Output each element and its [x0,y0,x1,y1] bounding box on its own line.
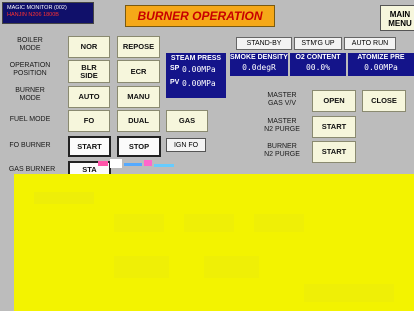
master-n2-purge-label-line2: N2 PURGE [264,126,300,133]
overlay-band-7 [304,284,394,302]
master-gas-valve-label-line1: MASTER [267,92,297,99]
burner-mode-label-line1: BURNER [15,87,45,94]
main-menu-button[interactable]: MAIN MENU [380,5,414,31]
master-gas-open-button[interactable]: OPEN [312,90,356,112]
pv-label: PV [170,79,180,86]
fuel-mode-fo-button[interactable]: FO [68,110,110,132]
master-gas-close-button[interactable]: CLOSE [362,90,406,112]
ign-fo-indicator: IGN FO [166,138,206,152]
gas-burner-label: GAS BURNER [8,166,56,173]
monitor-id-line2: HANJIN N206 1800B [7,12,59,18]
operation-position-label-line1: OPERATION [9,62,51,69]
overlay-band-1 [34,192,94,204]
burner-mode-label: BURNER MODE [0,87,60,103]
sp-label: SP [170,65,180,72]
burner-n2-purge-label-line1: BURNER [267,143,297,150]
smoke-density-title: SMOKE DENSITY [230,54,288,61]
operation-position-ecr-button[interactable]: ECR [117,60,160,83]
artifact-pink-1 [98,161,108,166]
operation-position-label: OPERATION POSITION [0,62,60,78]
o2-content-value: 00.0% [305,63,331,72]
master-gas-valve-label: MASTER GAS V/V [258,92,306,108]
boiler-mode-nor-button[interactable]: NOR [68,36,110,58]
operation-position-label-line2: POSITION [13,70,47,77]
boiler-mode-label-line2: MODE [19,45,41,52]
fo-burner-stop-button[interactable]: STOP [117,136,161,157]
burner-n2-purge-start-button[interactable]: START [312,141,356,163]
artifact-blue [124,163,142,166]
yellow-overlay [14,174,414,311]
master-n2-purge-start-button[interactable]: START [312,116,356,138]
fuel-mode-gas-button[interactable]: GAS [166,110,208,132]
fuel-mode-label: FUEL MODE [9,116,51,123]
steaming-up-mode: STM'G UP [294,37,342,50]
sp-row: SP 0.00MPa [166,65,226,74]
burner-mode-label-line2: MODE [19,95,41,102]
smoke-density-value: 0.0degR [242,63,276,72]
atomize-press-panel: ATOMIZE PRE 0.00MPa [348,53,414,76]
o2-content-title: O2 CONTENT [295,54,341,61]
burner-mode-manu-button[interactable]: MANU [117,86,160,108]
overlay-band-4 [254,214,304,232]
burner-n2-purge-label-line2: N2 PURGE [264,151,300,158]
main-menu-label-line1: MAIN [389,10,411,19]
monitor-id-line1: MAGIC MONITOR (002) [7,5,67,11]
boiler-mode-label-line1: BOILER [17,37,43,44]
atomize-press-title: ATOMIZE PRE [357,54,405,61]
render-artifact-strip [98,158,178,170]
overlay-band-6 [204,256,259,278]
monitor-id-box: MAGIC MONITOR (002) HANJIN N206 1800B [2,2,94,24]
sp-value: 0.00MPa [182,65,216,74]
page-title: BURNER OPERATION [125,5,275,27]
steam-press-panel: STEAM PRESS SP 0.00MPa PV 0.00MPa [166,53,226,98]
operation-position-blr-side-button[interactable]: BLR SIDE [68,60,110,83]
boiler-mode-repose-button[interactable]: REPOSE [117,36,160,58]
auto-run-mode: AUTO RUN [344,37,396,50]
burner-mode-auto-button[interactable]: AUTO [68,86,110,108]
atomize-press-value: 0.00MPa [364,63,398,72]
fo-burner-start-button[interactable]: START [68,136,111,157]
stand-by-mode: STAND-BY [236,37,292,50]
fo-burner-label: FO BURNER [9,142,51,149]
artifact-cyan [154,164,174,167]
overlay-band-2 [114,214,164,232]
master-gas-valve-label-line2: GAS V/V [267,100,296,107]
steam-press-title: STEAM PRESS [170,55,222,62]
main-menu-label-line2: MENU [388,19,412,28]
master-n2-purge-label-line1: MASTER [267,118,297,125]
artifact-white [110,159,122,168]
master-n2-purge-label: MASTER N2 PURGE [258,118,306,134]
smoke-density-panel: SMOKE DENSITY 0.0degR [230,53,288,76]
overlay-band-3 [184,214,234,232]
pv-value: 0.00MPa [182,79,216,88]
overlay-band-5 [114,256,169,278]
pv-row: PV 0.00MPa [166,79,226,88]
artifact-pink-2 [144,160,152,166]
boiler-mode-label: BOILER MODE [0,37,60,53]
blr-side-line2: SIDE [80,70,98,80]
burner-n2-purge-label: BURNER N2 PURGE [258,143,306,159]
fuel-mode-dual-button[interactable]: DUAL [117,110,160,132]
o2-content-panel: O2 CONTENT 00.0% [290,53,346,76]
